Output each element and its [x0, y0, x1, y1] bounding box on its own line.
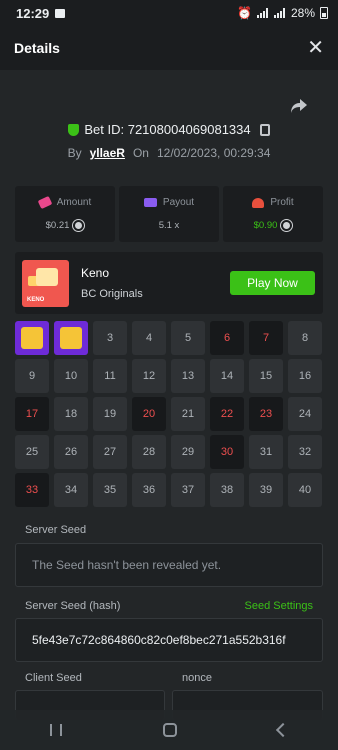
home-icon[interactable] [162, 723, 177, 737]
alarm-icon: ⏰ [237, 6, 252, 20]
bet-id: Bet ID: 72108004069081334 [84, 122, 251, 137]
back-icon[interactable] [275, 722, 290, 738]
android-nav-bar [0, 710, 338, 750]
keno-board: 3 4 5 6 7 8 9 10 11 12 13 14 15 16 17 18 19 20 21 22 23 24 25 2… [15, 321, 323, 507]
game-provider: BC Originals [81, 288, 143, 300]
keno-cell-drawn: 23 [249, 397, 283, 431]
keno-cell-hit [15, 321, 49, 355]
keno-cell: 13 [171, 359, 205, 393]
keno-cell-drawn: 17 [15, 397, 49, 431]
coin-icon [73, 220, 85, 231]
keno-cell: 15 [249, 359, 283, 393]
bet-datetime: 12/02/2023, 00:29:34 [156, 146, 271, 160]
thumbnail-text: KENO [27, 297, 45, 303]
keno-cell-drawn: 22 [210, 397, 244, 431]
status-time: 12:29 [16, 5, 50, 21]
amount-icon [37, 195, 53, 210]
keno-cell: 21 [171, 397, 205, 431]
keno-cell-hit [54, 321, 88, 355]
server-seed-hash-label: Server Seed (hash) [25, 600, 121, 612]
keno-cell: 40 [288, 473, 322, 507]
keno-cell: 24 [288, 397, 322, 431]
keno-cell: 5 [171, 321, 205, 355]
notification-icon [55, 8, 66, 18]
payout-icon [143, 198, 157, 207]
verified-shield-icon [68, 123, 80, 136]
wifi-signal-icon [256, 8, 269, 18]
keno-cell-drawn: 33 [15, 473, 49, 507]
keno-cell: 36 [132, 473, 166, 507]
close-icon[interactable]: ✕ [307, 38, 324, 58]
keno-cell: 35 [93, 473, 127, 507]
keno-cell: 26 [54, 435, 88, 469]
keno-cell-drawn: 30 [210, 435, 244, 469]
keno-cell: 18 [54, 397, 88, 431]
keno-cell: 11 [93, 359, 127, 393]
keno-cell: 37 [171, 473, 205, 507]
keno-cell: 19 [93, 397, 127, 431]
keno-cell-drawn: 6 [210, 321, 244, 355]
battery-icon [320, 7, 328, 19]
bet-stats: Amount $0.21 Payout 5.1 x Profit $0.90 [15, 186, 323, 242]
play-now-button[interactable]: Play Now [230, 271, 315, 295]
keno-thumbnail: KENO [22, 260, 69, 307]
payout-value: 5.1 x [158, 220, 180, 231]
share-icon[interactable] [290, 98, 308, 114]
keno-cell: 32 [288, 435, 322, 469]
game-name: Keno [81, 266, 110, 280]
client-seed-label: Client Seed [25, 672, 82, 684]
gem-icon [21, 327, 43, 349]
page-title: Details [14, 40, 60, 56]
details-header: Details ✕ [0, 26, 338, 70]
coin-icon [281, 220, 293, 231]
bet-byline: By yllaeR On 12/02/2023, 00:29:34 [0, 146, 338, 160]
cell-signal-icon [273, 8, 286, 18]
profit-value: $0.90 [253, 220, 278, 231]
profit-label: Profit [270, 197, 294, 208]
keno-cell: 9 [15, 359, 49, 393]
keno-cell: 25 [15, 435, 49, 469]
amount-value: $0.21 [45, 220, 70, 231]
amount-stat: Amount $0.21 [15, 186, 115, 242]
payout-stat: Payout 5.1 x [119, 186, 219, 242]
keno-cell: 10 [54, 359, 88, 393]
keno-cell: 34 [54, 473, 88, 507]
keno-cell: 31 [249, 435, 283, 469]
server-seed-hash-field[interactable]: 5fe43e7c72c864860c82c0ef8bec271a552b316f [15, 618, 323, 662]
keno-cell: 39 [249, 473, 283, 507]
keno-cell: 3 [93, 321, 127, 355]
keno-cell: 14 [210, 359, 244, 393]
bet-id-row: Bet ID: 72108004069081334 [0, 122, 338, 137]
seed-settings-link[interactable]: Seed Settings [245, 600, 314, 612]
keno-cell: 4 [132, 321, 166, 355]
payout-label: Payout [162, 197, 195, 208]
on-label: On [132, 146, 149, 160]
amount-label: Amount [56, 197, 92, 208]
copy-icon[interactable] [259, 123, 270, 136]
keno-cell: 27 [93, 435, 127, 469]
keno-cell: 29 [171, 435, 205, 469]
keno-cell: 8 [288, 321, 322, 355]
keno-cell: 28 [132, 435, 166, 469]
nonce-label: nonce [182, 672, 212, 684]
username-link[interactable]: yllaeR [90, 146, 125, 160]
profit-icon [252, 197, 265, 208]
gem-icon [60, 327, 82, 349]
keno-cell: 12 [132, 359, 166, 393]
keno-cell-drawn: 20 [132, 397, 166, 431]
status-bar: 12:29 ⏰ 28% [0, 0, 338, 26]
battery-percent: 28% [290, 6, 315, 20]
by-label: By [67, 146, 82, 160]
keno-cell-drawn: 7 [249, 321, 283, 355]
recents-icon[interactable] [50, 724, 63, 736]
keno-cell: 16 [288, 359, 322, 393]
keno-cell: 38 [210, 473, 244, 507]
game-card: KENO Keno BC Originals Play Now [15, 252, 323, 314]
profit-stat: Profit $0.90 [223, 186, 323, 242]
server-seed-field: The Seed hasn't been revealed yet. [15, 543, 323, 587]
server-seed-label: Server Seed [25, 524, 87, 536]
